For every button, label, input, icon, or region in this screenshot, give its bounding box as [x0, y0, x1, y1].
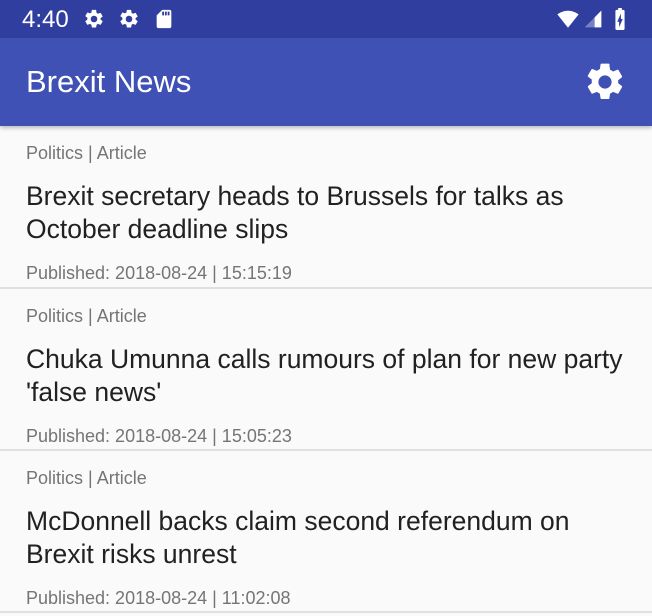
settings-gear-icon[interactable]: [583, 60, 627, 104]
status-bar: 4:40: [0, 0, 652, 38]
article-list: Politics | Article Brexit secretary head…: [0, 126, 652, 613]
app-title: Brexit News: [26, 64, 192, 99]
article-title: McDonnell backs claim second referendum …: [26, 506, 570, 569]
article-published: Published: 2018-08-24 | 11:02:08: [26, 588, 291, 608]
app-bar: Brexit News: [0, 38, 652, 126]
article-published: Published: 2018-08-24 | 15:15:19: [26, 263, 292, 283]
article-item[interactable]: Politics | Article Chuka Umunna calls ru…: [0, 289, 652, 451]
status-time: 4:40: [22, 6, 69, 33]
signal-icon: [584, 10, 602, 28]
gear-icon: [120, 9, 138, 28]
sd-card-icon: [156, 9, 172, 29]
article-title: Chuka Umunna calls rumours of plan for n…: [26, 344, 623, 407]
article-item[interactable]: Politics | Article McDonnell backs claim…: [0, 451, 652, 613]
article-meta: Politics | Article: [26, 468, 147, 488]
wifi-icon: [557, 10, 579, 28]
article-published: Published: 2018-08-24 | 15:05:23: [26, 426, 292, 446]
article-item[interactable]: Politics | Article Brexit secretary head…: [0, 126, 652, 289]
article-meta: Politics | Article: [26, 306, 147, 326]
article-meta: Politics | Article: [26, 143, 147, 163]
battery-charging-icon: [615, 8, 625, 30]
gear-icon: [85, 9, 103, 28]
article-title: Brexit secretary heads to Brussels for t…: [26, 181, 564, 244]
